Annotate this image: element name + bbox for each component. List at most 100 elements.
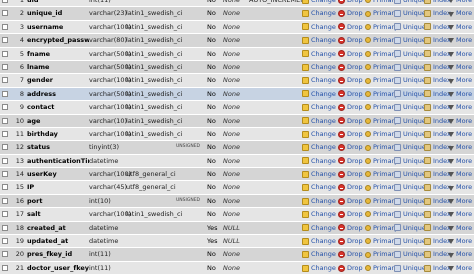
drop-link[interactable]: Drop xyxy=(338,168,363,180)
drop-link[interactable]: Drop xyxy=(338,262,363,274)
more-dropdown[interactable]: More xyxy=(448,195,472,207)
more-dropdown[interactable]: More xyxy=(448,141,472,153)
change-link[interactable]: Change xyxy=(302,61,336,73)
index-link[interactable]: Index xyxy=(424,74,451,86)
row-checkbox[interactable] xyxy=(2,184,8,191)
drop-link[interactable]: Drop xyxy=(338,155,363,167)
drop-link[interactable]: Drop xyxy=(338,74,363,86)
unique-link[interactable]: Unique xyxy=(394,262,426,274)
column-name[interactable]: birthday xyxy=(27,128,89,140)
column-name[interactable]: lname xyxy=(27,61,89,73)
more-dropdown[interactable]: More xyxy=(448,208,472,220)
more-dropdown[interactable]: More xyxy=(448,74,472,86)
drop-link[interactable]: Drop xyxy=(338,181,363,193)
index-link[interactable]: Index xyxy=(424,222,451,234)
drop-link[interactable]: Drop xyxy=(338,208,363,220)
change-link[interactable]: Change xyxy=(302,74,336,86)
column-name[interactable]: port xyxy=(27,195,89,207)
index-link[interactable]: Index xyxy=(424,155,451,167)
index-link[interactable]: Index xyxy=(424,0,451,6)
unique-link[interactable]: Unique xyxy=(394,88,426,100)
more-dropdown[interactable]: More xyxy=(448,181,472,193)
more-dropdown[interactable]: More xyxy=(448,88,472,100)
index-link[interactable]: Index xyxy=(424,262,451,274)
row-checkbox[interactable] xyxy=(2,211,8,218)
change-link[interactable]: Change xyxy=(302,141,336,153)
more-dropdown[interactable]: More xyxy=(448,235,472,247)
unique-link[interactable]: Unique xyxy=(394,155,426,167)
drop-link[interactable]: Drop xyxy=(338,0,363,6)
row-checkbox[interactable] xyxy=(2,157,8,164)
change-link[interactable]: Change xyxy=(302,208,336,220)
row-checkbox[interactable] xyxy=(2,50,8,57)
index-link[interactable]: Index xyxy=(424,7,451,19)
column-name[interactable]: doctor_user_fkey xyxy=(27,262,89,274)
column-name[interactable]: authenticationTime xyxy=(27,155,89,167)
column-name[interactable]: address xyxy=(27,88,89,100)
index-link[interactable]: Index xyxy=(424,115,451,127)
change-link[interactable]: Change xyxy=(302,235,336,247)
drop-link[interactable]: Drop xyxy=(338,222,363,234)
index-link[interactable]: Index xyxy=(424,128,451,140)
change-link[interactable]: Change xyxy=(302,7,336,19)
more-dropdown[interactable]: More xyxy=(448,222,472,234)
column-name[interactable]: username xyxy=(27,21,89,33)
more-dropdown[interactable]: More xyxy=(448,21,472,33)
unique-link[interactable]: Unique xyxy=(394,141,426,153)
index-link[interactable]: Index xyxy=(424,34,451,46)
unique-link[interactable]: Unique xyxy=(394,195,426,207)
row-checkbox[interactable] xyxy=(2,37,8,44)
drop-link[interactable]: Drop xyxy=(338,115,363,127)
unique-link[interactable]: Unique xyxy=(394,208,426,220)
index-link[interactable]: Index xyxy=(424,235,451,247)
more-dropdown[interactable]: More xyxy=(448,262,472,274)
drop-link[interactable]: Drop xyxy=(338,34,363,46)
unique-link[interactable]: Unique xyxy=(394,48,426,60)
change-link[interactable]: Change xyxy=(302,181,336,193)
index-link[interactable]: Index xyxy=(424,101,451,113)
more-dropdown[interactable]: More xyxy=(448,34,472,46)
unique-link[interactable]: Unique xyxy=(394,0,426,6)
unique-link[interactable]: Unique xyxy=(394,21,426,33)
row-checkbox[interactable] xyxy=(2,63,8,70)
index-link[interactable]: Index xyxy=(424,181,451,193)
unique-link[interactable]: Unique xyxy=(394,74,426,86)
index-link[interactable]: Index xyxy=(424,168,451,180)
change-link[interactable]: Change xyxy=(302,21,336,33)
column-name[interactable]: userKey xyxy=(27,168,89,180)
row-checkbox[interactable] xyxy=(2,197,8,204)
drop-link[interactable]: Drop xyxy=(338,7,363,19)
change-link[interactable]: Change xyxy=(302,101,336,113)
unique-link[interactable]: Unique xyxy=(394,235,426,247)
unique-link[interactable]: Unique xyxy=(394,222,426,234)
drop-link[interactable]: Drop xyxy=(338,61,363,73)
unique-link[interactable]: Unique xyxy=(394,181,426,193)
index-link[interactable]: Index xyxy=(424,141,451,153)
row-checkbox[interactable] xyxy=(2,224,8,231)
index-link[interactable]: Index xyxy=(424,88,451,100)
more-dropdown[interactable]: More xyxy=(448,0,472,6)
more-dropdown[interactable]: More xyxy=(448,61,472,73)
drop-link[interactable]: Drop xyxy=(338,21,363,33)
row-checkbox[interactable] xyxy=(2,23,8,30)
more-dropdown[interactable]: More xyxy=(448,128,472,140)
change-link[interactable]: Change xyxy=(302,128,336,140)
column-name[interactable]: updated_at xyxy=(27,235,89,247)
more-dropdown[interactable]: More xyxy=(448,48,472,60)
row-checkbox[interactable] xyxy=(2,144,8,151)
row-checkbox[interactable] xyxy=(2,130,8,137)
more-dropdown[interactable]: More xyxy=(448,155,472,167)
row-checkbox[interactable] xyxy=(2,251,8,258)
more-dropdown[interactable]: More xyxy=(448,7,472,19)
change-link[interactable]: Change xyxy=(302,34,336,46)
column-name[interactable]: unique_id xyxy=(27,7,89,19)
column-name[interactable]: encrypted_password xyxy=(27,34,89,46)
row-checkbox[interactable] xyxy=(2,104,8,111)
drop-link[interactable]: Drop xyxy=(338,88,363,100)
drop-link[interactable]: Drop xyxy=(338,48,363,60)
column-name[interactable]: contact xyxy=(27,101,89,113)
index-link[interactable]: Index xyxy=(424,195,451,207)
drop-link[interactable]: Drop xyxy=(338,235,363,247)
row-checkbox[interactable] xyxy=(2,0,8,3)
row-checkbox[interactable] xyxy=(2,171,8,178)
